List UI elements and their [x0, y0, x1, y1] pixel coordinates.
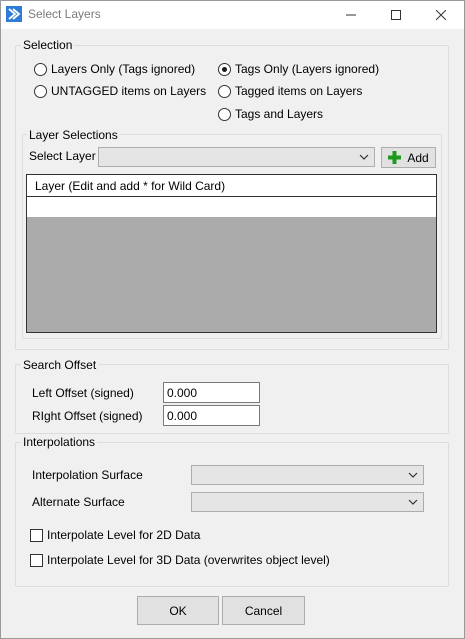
cancel-label: Cancel — [244, 603, 283, 618]
maximize-icon — [391, 10, 401, 20]
radio-indicator — [218, 84, 231, 98]
radio-label: Tagged items on Layers — [235, 84, 363, 98]
checkbox-box — [30, 528, 43, 542]
selection-legend: Selection — [21, 38, 75, 52]
search-offset-legend: Search Offset — [21, 358, 99, 372]
window-title: Select Layers — [28, 7, 101, 21]
alternate-surface-label: Alternate Surface — [32, 495, 125, 509]
radio-indicator — [34, 62, 47, 76]
chevron-down-icon — [359, 154, 369, 160]
radio-tagged-items[interactable]: Tagged items on Layers — [218, 84, 362, 98]
checkbox-box — [30, 553, 43, 567]
radio-layers-only[interactable]: Layers Only (Tags ignored) — [34, 62, 195, 76]
add-button[interactable]: Add — [381, 147, 436, 168]
interpolate-2d-checkbox[interactable]: Interpolate Level for 2D Data — [30, 528, 200, 542]
right-offset-label: RIght Offset (signed) — [32, 409, 143, 423]
ok-label: OK — [169, 603, 187, 618]
chevron-down-icon — [408, 499, 418, 505]
radio-indicator — [218, 107, 231, 121]
layer-grid[interactable]: Layer (Edit and add * for Wild Card) — [26, 174, 437, 333]
close-icon — [436, 10, 446, 20]
plus-icon — [388, 151, 402, 164]
radio-tags-only[interactable]: Tags Only (Layers ignored) — [218, 62, 379, 76]
layer-grid-header-label: Layer (Edit and add * for Wild Card) — [35, 179, 226, 193]
left-offset-label: Left Offset (signed) — [32, 386, 134, 400]
checkbox-label: Interpolate Level for 3D Data (overwrite… — [47, 553, 330, 567]
minimize-icon — [346, 14, 356, 16]
chevron-down-icon — [408, 472, 418, 478]
layer-grid-new-row[interactable] — [27, 197, 436, 218]
minimize-button[interactable] — [328, 1, 374, 29]
select-layer-label: Select Layer — [29, 149, 96, 163]
alternate-surface-dropdown[interactable] — [191, 492, 424, 512]
ok-button[interactable]: OK — [137, 596, 219, 625]
cancel-button[interactable]: Cancel — [222, 596, 305, 625]
radio-tags-and-layers[interactable]: Tags and Layers — [218, 107, 323, 121]
interpolations-legend: Interpolations — [21, 435, 98, 449]
interpolation-surface-label: Interpolation Surface — [32, 468, 143, 482]
right-offset-input[interactable] — [163, 405, 260, 426]
add-label: Add — [407, 150, 429, 165]
maximize-button[interactable] — [373, 1, 419, 29]
radio-untagged-items[interactable]: UNTAGGED items on Layers — [34, 84, 206, 98]
close-button[interactable] — [418, 1, 464, 29]
radio-indicator-selected — [218, 62, 231, 76]
left-offset-input[interactable] — [163, 382, 260, 403]
title-bar: Select Layers — [1, 1, 464, 29]
radio-label: UNTAGGED items on Layers — [51, 84, 207, 98]
layer-selections-legend: Layer Selections — [27, 128, 120, 142]
interpolation-surface-dropdown[interactable] — [191, 465, 424, 485]
radio-label: Layers Only (Tags ignored) — [51, 62, 196, 76]
app-icon — [6, 6, 22, 22]
radio-label: Tags Only (Layers ignored) — [235, 62, 380, 76]
select-layer-dropdown[interactable] — [98, 147, 375, 167]
layer-grid-header: Layer (Edit and add * for Wild Card) — [27, 175, 436, 197]
interpolate-3d-checkbox[interactable]: Interpolate Level for 3D Data (overwrite… — [30, 553, 330, 567]
radio-indicator — [34, 84, 47, 98]
select-layers-dialog: Select Layers Selection Layers Only (Tag… — [0, 0, 465, 639]
checkbox-label: Interpolate Level for 2D Data — [47, 528, 201, 542]
radio-label: Tags and Layers — [235, 107, 324, 121]
